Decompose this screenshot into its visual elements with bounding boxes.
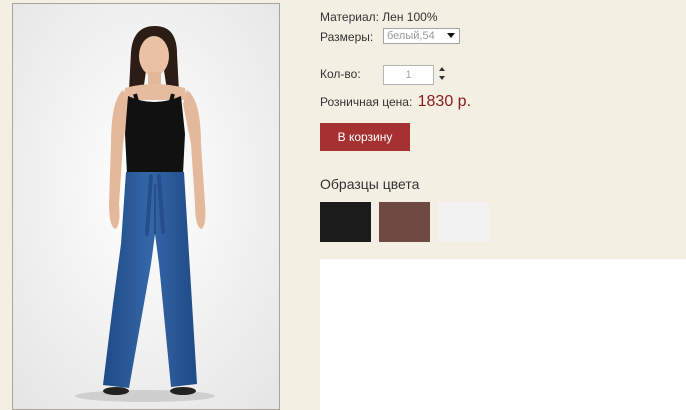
content-panel [320,259,686,410]
price-value: 1830 р. [417,93,472,110]
size-selected-value: белый,54 [387,30,435,42]
color-swatch-black[interactable] [320,202,371,242]
price-label: Розничная цена: [320,95,413,109]
color-swatch-brown[interactable] [379,202,430,242]
size-select[interactable]: белый,54 [383,28,460,44]
quantity-input[interactable]: 1 [383,65,434,85]
stepper-up-icon[interactable] [439,67,445,71]
material-text: Материал: Лен 100% [320,10,438,24]
chevron-down-icon[interactable] [447,33,455,38]
product-info: Материал: Лен 100% Размеры: белый,54 Кол… [320,0,686,410]
quantity-stepper[interactable] [439,67,447,83]
product-photo[interactable] [12,3,280,410]
color-swatches-title: Образцы цвета [320,176,420,192]
size-row: Размеры: белый,54 [320,28,460,44]
product-photo-image [13,4,279,409]
quantity-row: Кол-во: 1 [320,65,445,85]
add-to-cart-button[interactable]: В корзину [320,123,410,151]
quantity-label: Кол-во: [320,67,361,81]
size-label: Размеры: [320,30,374,44]
price-row: Розничная цена: 1830 р. [320,93,471,111]
color-swatch-white[interactable] [438,202,489,242]
stepper-down-icon[interactable] [439,76,445,80]
